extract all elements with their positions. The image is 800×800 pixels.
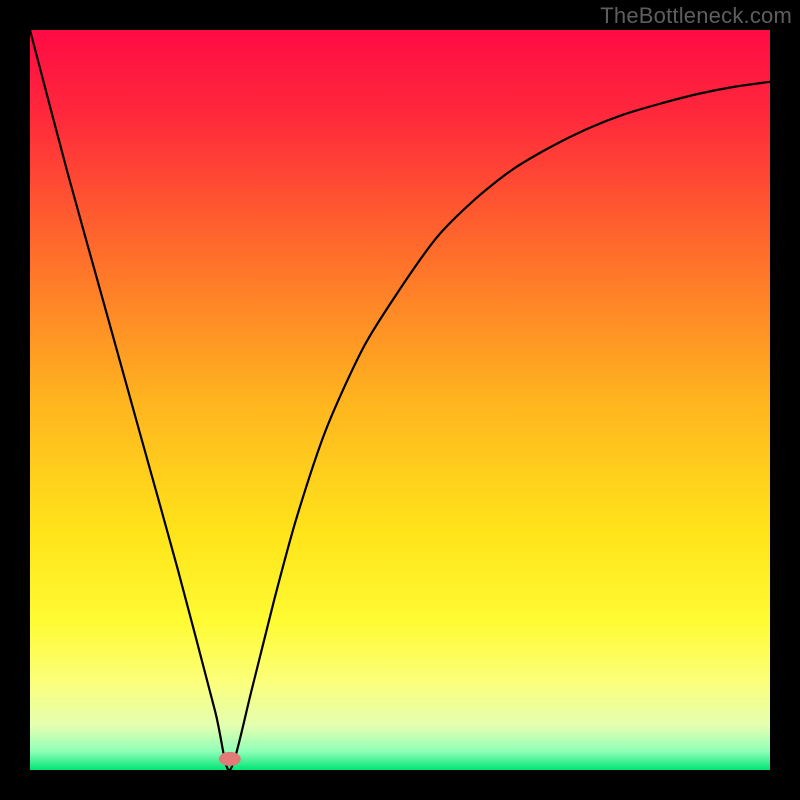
optimal-point-marker: [219, 752, 241, 766]
bottleneck-chart: [0, 0, 800, 800]
plot-background: [30, 30, 770, 770]
watermark-text: TheBottleneck.com: [600, 3, 792, 29]
chart-container: { "watermark": "TheBottleneck.com", "cha…: [0, 0, 800, 800]
